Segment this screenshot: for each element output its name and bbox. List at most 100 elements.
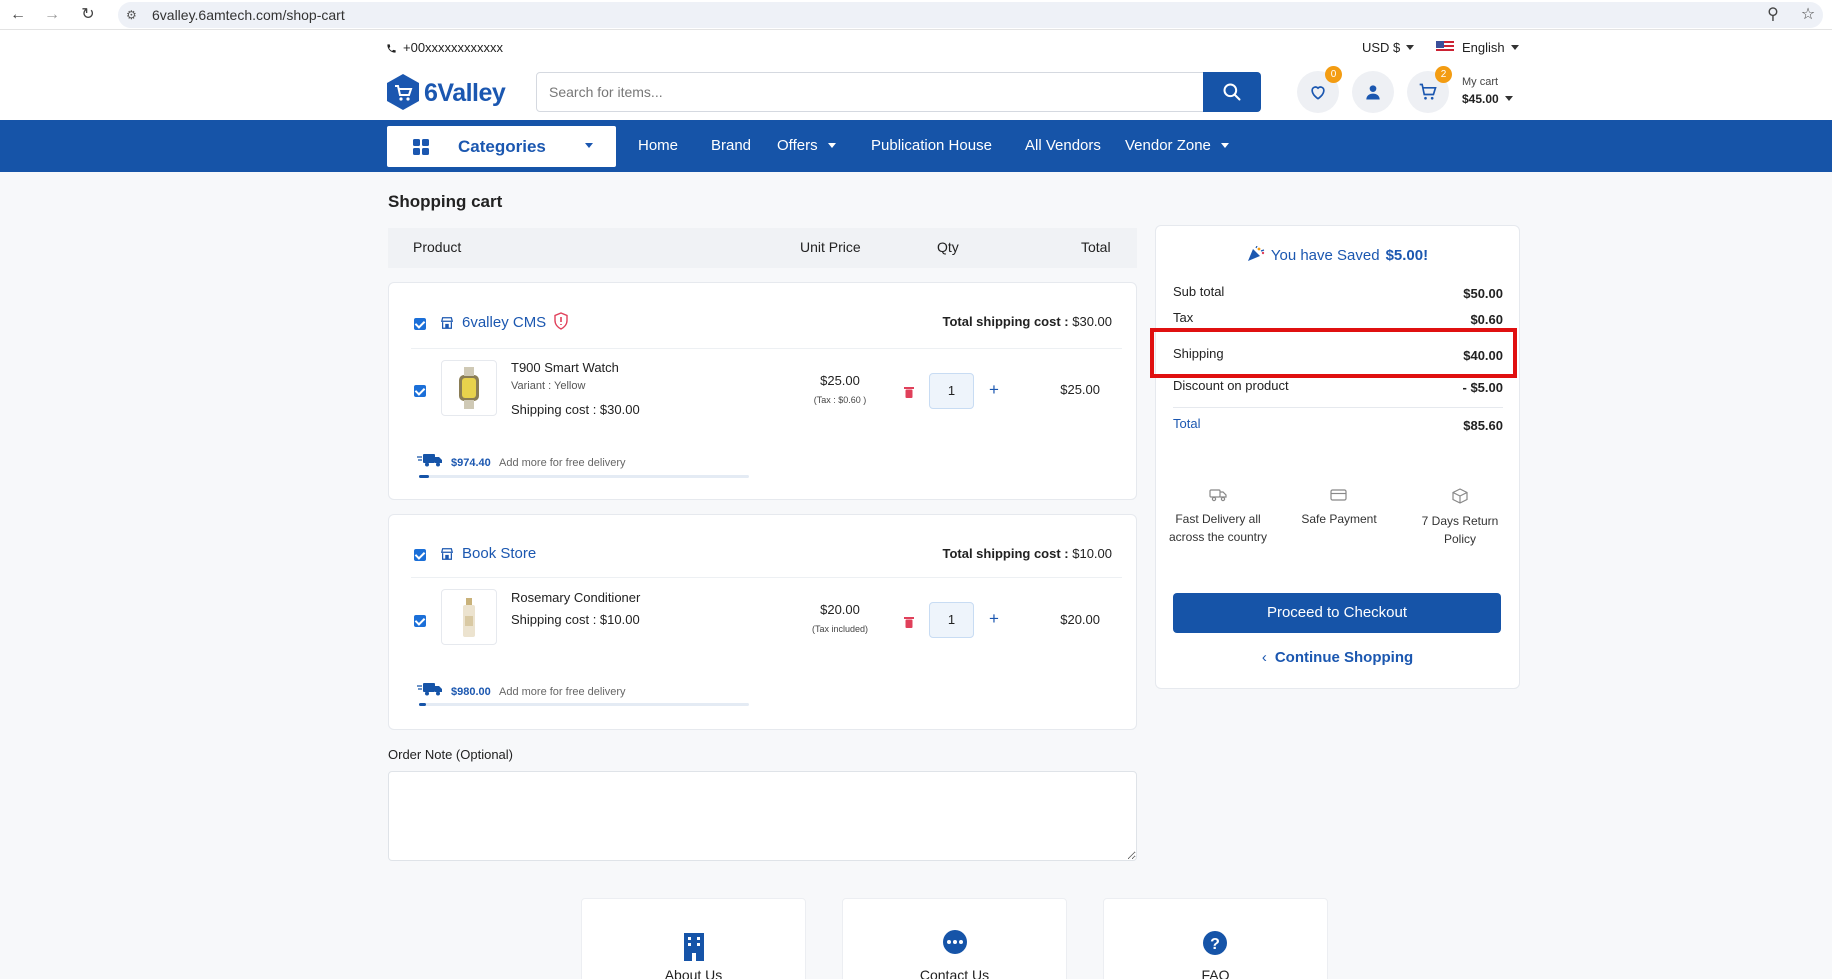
product-shipping-label: Shipping cost <box>511 402 590 417</box>
back-icon[interactable]: ← <box>8 5 28 25</box>
logo-text: 6Valley <box>424 79 506 107</box>
contact-us-card[interactable]: Contact Us <box>842 898 1067 979</box>
search-button[interactable] <box>1203 72 1261 112</box>
box-return-icon <box>1452 488 1468 504</box>
free-delivery-progress <box>419 475 749 478</box>
nav-offers[interactable]: Offers <box>777 137 836 154</box>
increase-qty-button[interactable]: + <box>989 609 999 629</box>
chevron-down-icon <box>585 143 593 148</box>
product-shipping-value: : $10.00 <box>592 612 640 627</box>
address-bar[interactable]: ⚙ 6valley.6amtech.com/shop-cart <box>118 2 1823 28</box>
increase-qty-button[interactable]: + <box>989 380 999 400</box>
shipping-total-label: Total shipping cost : <box>942 314 1069 329</box>
nav-home[interactable]: Home <box>638 137 678 154</box>
order-note-label: Order Note (Optional) <box>388 747 513 762</box>
quantity-input[interactable]: 1 <box>929 602 974 638</box>
free-delivery-text: Add more for free delivery <box>499 457 626 469</box>
reload-icon[interactable]: ↻ <box>78 5 98 25</box>
shop-name[interactable]: 6valley CMS <box>462 314 546 331</box>
tax-label: Tax <box>1173 310 1194 325</box>
support-chat-icon <box>943 930 967 954</box>
wishlist-button[interactable]: 0 <box>1297 66 1342 113</box>
tax-value: $0.60 <box>1470 312 1503 327</box>
product-variant: Variant : Yellow <box>511 380 586 392</box>
truck-icon <box>1209 489 1227 502</box>
currency-selector[interactable]: USD $ <box>1362 40 1415 55</box>
trash-icon[interactable] <box>904 616 914 628</box>
shop-checkbox[interactable] <box>414 549 426 561</box>
nav-vendor-zone-label: Vendor Zone <box>1125 137 1211 154</box>
nav-vendor-zone[interactable]: Vendor Zone <box>1125 137 1229 154</box>
savings-amount: $5.00! <box>1385 247 1429 264</box>
unit-tax: (Tax included) <box>811 624 869 634</box>
zoom-icon[interactable]: ⚲ <box>1762 4 1784 26</box>
product-name[interactable]: T900 Smart Watch <box>511 360 619 375</box>
about-us-card[interactable]: About Us <box>581 898 806 979</box>
shop-shipping-total: Total shipping cost : $10.00 <box>942 546 1112 561</box>
forward-icon[interactable]: → <box>42 5 62 25</box>
shipping-total-label: Total shipping cost : <box>942 546 1069 561</box>
search-input[interactable] <box>549 82 1189 102</box>
shop-shipping-total: Total shipping cost : $30.00 <box>942 314 1112 329</box>
shop-cart-group: 6valley CMS Total shipping cost : $30.00… <box>388 282 1137 500</box>
bookmark-star-icon[interactable]: ☆ <box>1797 4 1819 26</box>
account-button[interactable] <box>1352 71 1394 113</box>
cart-total-value: $45.00 <box>1462 92 1499 106</box>
product-checkbox[interactable] <box>414 385 426 397</box>
proceed-to-checkout-button[interactable]: Proceed to Checkout <box>1173 593 1501 633</box>
shop-checkbox[interactable] <box>414 318 426 330</box>
column-total: Total <box>1081 239 1111 255</box>
free-delivery-text: Add more for free delivery <box>499 686 626 698</box>
chevron-left-icon: ‹ <box>1261 649 1267 666</box>
order-note-textarea[interactable] <box>388 771 1137 861</box>
cart-button[interactable]: 2 <box>1407 66 1452 113</box>
free-delivery-progress-fill <box>419 475 429 478</box>
shipping-total-value: $10.00 <box>1072 546 1112 561</box>
product-thumbnail[interactable] <box>441 589 497 645</box>
product-thumbnail[interactable] <box>441 360 497 416</box>
categories-label: Categories <box>458 137 546 156</box>
phone-contact[interactable]: +00xxxxxxxxxxxx <box>386 40 503 55</box>
logo-cart-icon <box>387 74 419 110</box>
site-header: 6Valley 0 2 My cart $45.00 <box>0 64 1832 120</box>
language-selector[interactable]: English <box>1436 40 1519 55</box>
feature-return-policy: 7 Days Return Policy <box>1410 488 1510 548</box>
column-product: Product <box>413 239 462 255</box>
summary-discount-row: Discount on product - $5.00 <box>1173 378 1503 398</box>
faq-card[interactable]: ? FAQ <box>1103 898 1328 979</box>
continue-shopping-link[interactable]: ‹ Continue Shopping <box>1156 649 1519 666</box>
my-cart-total[interactable]: $45.00 <box>1462 92 1513 106</box>
trash-icon[interactable] <box>904 386 914 398</box>
line-total: $20.00 <box>1060 612 1100 627</box>
categories-dropdown[interactable]: Categories <box>387 126 616 167</box>
search-icon <box>1223 83 1241 101</box>
nav-offers-label: Offers <box>777 137 818 154</box>
order-summary: You have Saved $5.00! Sub total $50.00 Tax… <box>1155 225 1520 689</box>
free-delivery-amount: $980.00 <box>451 686 491 698</box>
shop-name[interactable]: Book Store <box>462 545 536 562</box>
nav-all-vendors[interactable]: All Vendors <box>1025 137 1101 154</box>
product-shipping-cost: Shipping cost : $30.00 <box>511 402 640 417</box>
savings-banner: You have Saved $5.00! <box>1156 245 1519 264</box>
about-us-label: About Us <box>664 967 723 979</box>
site-settings-icon[interactable]: ⚙ <box>126 8 140 22</box>
chevron-down-icon <box>827 143 836 148</box>
nav-brand[interactable]: Brand <box>711 137 751 154</box>
discount-label: Discount on product <box>1173 378 1289 393</box>
user-icon <box>1366 85 1380 100</box>
faq-label: FAQ <box>1201 967 1230 979</box>
free-delivery-truck-icon <box>417 454 442 467</box>
cart-table-header: Product Unit Price Qty Total <box>388 228 1137 268</box>
quantity-input[interactable]: 1 <box>929 373 974 409</box>
feature-fast-delivery: Fast Delivery all across the country <box>1168 488 1268 546</box>
product-checkbox[interactable] <box>414 615 426 627</box>
line-total: $25.00 <box>1060 382 1100 397</box>
phone-icon <box>387 44 396 53</box>
my-cart-label[interactable]: My cart <box>1462 76 1498 88</box>
divider <box>1173 407 1503 408</box>
nav-publication-house[interactable]: Publication House <box>871 137 992 154</box>
smart-watch-image <box>459 367 479 409</box>
language-label: English <box>1462 40 1505 55</box>
feature-text: 7 Days Return Policy <box>1421 514 1499 546</box>
product-name[interactable]: Rosemary Conditioner <box>511 590 640 605</box>
